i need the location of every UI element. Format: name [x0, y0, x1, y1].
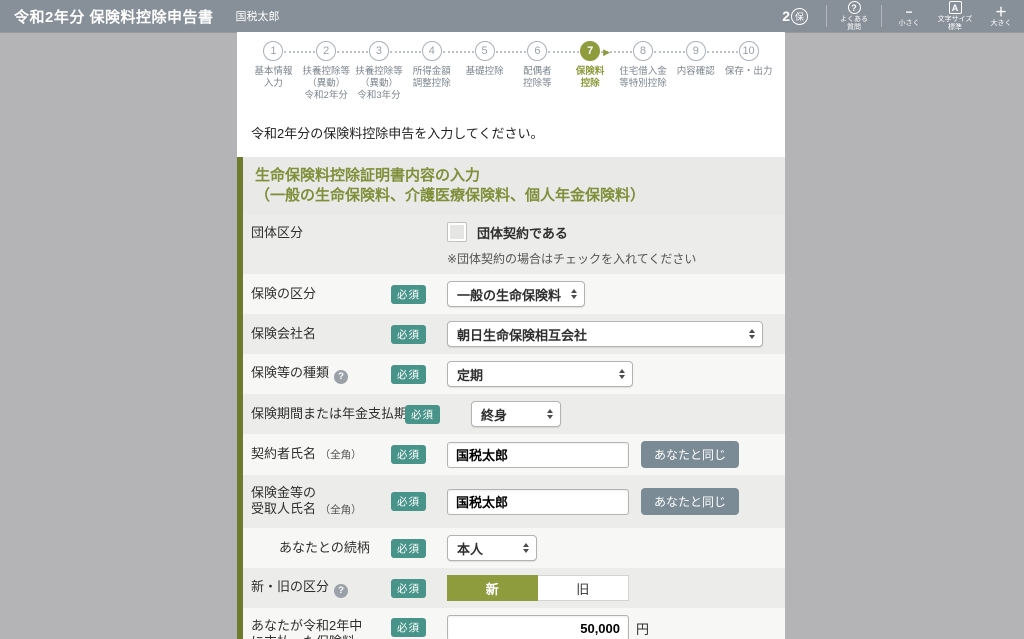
instruction-text: 令和2年分の保険料控除申告を入力してください。 [237, 106, 785, 157]
required-badge: 必須 [391, 445, 426, 464]
company-name-select[interactable]: 朝日生命保険相互会社 [447, 321, 763, 347]
relationship-select[interactable]: 本人 [447, 535, 537, 561]
select-arrows-icon [547, 409, 553, 419]
field-label: 新・旧の区分? [251, 576, 391, 601]
step-circle: 8 [633, 41, 653, 61]
insurance-category-select[interactable]: 一般の生命保険料 [447, 281, 585, 307]
insurance-type-select[interactable]: 定期 [447, 361, 633, 387]
field-label: 保険金等の 受取人氏名 （全角） [251, 482, 391, 521]
user-name: 国税太郎 [236, 8, 280, 24]
toggle-option-new[interactable]: 新 [447, 575, 538, 601]
stepper-step-7-active[interactable]: 7 ▶ 保険料控除 [564, 41, 617, 102]
step-circle: 6 [527, 41, 547, 61]
help-icon[interactable]: ? [334, 584, 348, 598]
row-contractor-name: 契約者氏名 （全角） 必須 あなたと同じ [243, 434, 785, 475]
font-larger-button[interactable]: ＋ 大きく [978, 0, 1024, 32]
step-circle: 2 [316, 41, 336, 61]
step-circle: 4 [422, 41, 442, 61]
main-content: 1 基本情報入力 2 扶養控除等（異動）令和2年分 3 扶養控除等（異動）令和3… [237, 32, 785, 639]
minus-icon: − [905, 5, 912, 19]
required-badge: 必須 [391, 539, 426, 558]
same-as-you-button[interactable]: あなたと同じ [641, 488, 739, 515]
divider [881, 5, 882, 27]
active-step-arrow-icon: ▶ [603, 47, 610, 58]
required-badge: 必須 [391, 492, 426, 511]
required-badge: 必須 [391, 618, 426, 637]
plus-icon: ＋ [995, 5, 1007, 19]
field-label: 保険会社名 [251, 323, 391, 345]
app-header: 令和2年分 保険料控除申告書 国税太郎 2 保 ? よくある 質問 − 小さく … [0, 0, 1024, 32]
toggle-option-old[interactable]: 旧 [538, 575, 630, 601]
help-icon[interactable]: ? [334, 370, 348, 384]
required-badge: 必須 [391, 325, 426, 344]
select-arrows-icon [571, 289, 577, 299]
required-badge: 必須 [405, 405, 440, 424]
step-circle: 1 [263, 41, 283, 61]
row-insurance-type: 保険等の種類? 必須 定期 [243, 354, 785, 394]
font-smaller-button[interactable]: − 小さく [886, 0, 932, 32]
select-arrows-icon [523, 543, 529, 553]
checkbox-label: 団体契約である [477, 223, 568, 242]
field-label: 契約者氏名 （全角） [251, 443, 391, 466]
select-arrows-icon [619, 369, 625, 379]
row-group-category: 団体区分 団体契約である ※団体契約の場合はチェックを入れてください [243, 215, 785, 274]
font-size-icon: A [949, 1, 962, 14]
divider [826, 5, 827, 27]
insurance-count: 2 [782, 8, 790, 24]
stepper-step-10[interactable]: 10 保存・出力 [722, 41, 775, 102]
currency-unit: 円 [636, 619, 649, 638]
field-label: 団体区分 [251, 222, 391, 244]
font-size-standard-button[interactable]: A 文字サイズ 標準 [932, 0, 978, 32]
field-label: 保険の区分 [251, 283, 391, 305]
font-larger-label: 大きく [991, 20, 1012, 28]
same-as-you-button[interactable]: あなたと同じ [641, 441, 739, 468]
new-old-toggle: 新 旧 [447, 575, 629, 601]
row-insurance-category: 保険の区分 必須 一般の生命保険料 [243, 274, 785, 314]
contractor-name-input[interactable] [447, 442, 629, 468]
row-insurance-period: 保険期間または年金支払期間 必須 終身 [243, 394, 785, 434]
row-relationship: あなたとの続柄 必須 本人 [243, 528, 785, 568]
faq-label: よくある 質問 [840, 16, 868, 32]
select-arrows-icon [749, 329, 755, 339]
row-paid-amount: あなたが令和2年中 に支払った保険料 などの金額 （半角） 必須 円 ※分配を受… [243, 608, 785, 639]
required-badge: 必須 [391, 579, 426, 598]
step-circle-active: 7 [580, 41, 600, 61]
step-circle: 10 [739, 41, 759, 61]
faq-button[interactable]: ? よくある 質問 [831, 0, 877, 32]
checkbox-fill [450, 225, 464, 239]
required-badge: 必須 [391, 365, 426, 384]
field-label: 保険期間または年金支払期間 [251, 403, 429, 425]
question-circle-icon: ? [848, 1, 861, 14]
step-circle: 3 [369, 41, 389, 61]
step-circle: 9 [686, 41, 706, 61]
group-contract-checkbox[interactable] [447, 222, 467, 242]
beneficiary-name-input[interactable] [447, 489, 629, 515]
row-new-old-category: 新・旧の区分? 必須 新 旧 [243, 568, 785, 608]
font-smaller-label: 小さく [899, 20, 920, 28]
paid-amount-input[interactable] [447, 615, 629, 639]
life-insurance-form: 生命保険料控除証明書内容の入力 （一般の生命保険料、介護医療保険料、個人年金保険… [237, 157, 785, 639]
insurance-circle-icon: 保 [791, 8, 808, 25]
section-title: 生命保険料控除証明書内容の入力 （一般の生命保険料、介護医療保険料、個人年金保険… [243, 157, 785, 215]
step-circle: 5 [475, 41, 495, 61]
required-badge: 必須 [391, 285, 426, 304]
group-note: ※団体契約の場合はチェックを入れてください [447, 250, 771, 267]
insurance-count-badge: 2 保 [782, 8, 808, 25]
page-title: 令和2年分 保険料控除申告書 [14, 6, 214, 27]
header-toolbar: 2 保 ? よくある 質問 − 小さく A 文字サイズ 標準 ＋ 大きく [782, 0, 1024, 32]
field-label: 保険等の種類? [251, 362, 391, 387]
row-company-name: 保険会社名 必須 朝日生命保険相互会社 [243, 314, 785, 354]
insurance-period-select[interactable]: 終身 [471, 401, 561, 427]
font-size-label: 文字サイズ 標準 [938, 16, 973, 32]
badge-spacer [391, 222, 447, 228]
field-label: あなたが令和2年中 に支払った保険料 などの金額 （半角） [251, 615, 391, 639]
row-beneficiary-name: 保険金等の 受取人氏名 （全角） 必須 あなたと同じ [243, 475, 785, 528]
field-label: あなたとの続柄 [265, 537, 391, 559]
progress-stepper: 1 基本情報入力 2 扶養控除等（異動）令和2年分 3 扶養控除等（異動）令和3… [237, 32, 785, 106]
